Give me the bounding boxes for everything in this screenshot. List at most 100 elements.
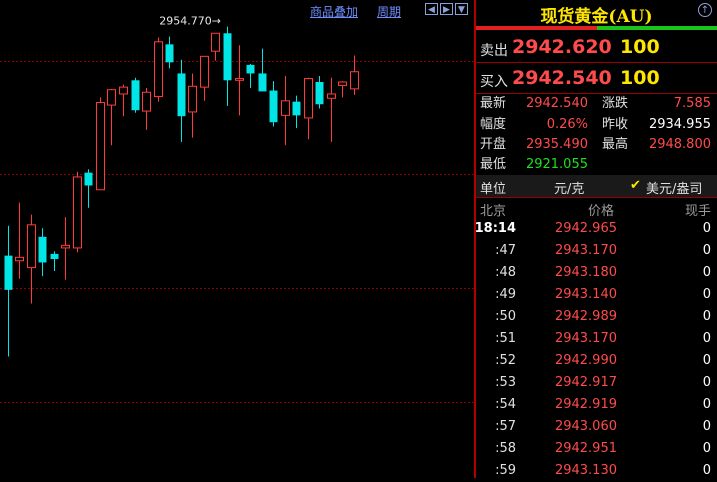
candle-body-down bbox=[165, 44, 174, 63]
candle-body-down bbox=[258, 73, 267, 92]
pct-label: 幅度 bbox=[480, 117, 507, 132]
tick-time: :51 bbox=[495, 331, 516, 346]
candle-body-down bbox=[131, 80, 140, 111]
tick-volume: 0 bbox=[702, 375, 711, 390]
tick-volume: 0 bbox=[702, 221, 711, 236]
scroll-right-button[interactable]: ▶ bbox=[440, 3, 453, 15]
candle-body-down bbox=[223, 33, 232, 81]
latest-label: 最新 bbox=[480, 96, 507, 111]
candlestick-chart[interactable]: 2954.770→ 商品叠加 周期 ◀ ▶ ▼ bbox=[0, 0, 474, 478]
tick-time-header: 北京 bbox=[480, 204, 507, 219]
tick-time: :47 bbox=[495, 243, 516, 258]
sell-volume: 100 bbox=[620, 36, 660, 58]
tick-price: 2942.917 bbox=[554, 375, 617, 390]
candle-body-down bbox=[269, 90, 278, 123]
prev-close-label: 昨收 bbox=[602, 117, 629, 132]
tick-volume: 0 bbox=[702, 419, 711, 434]
chart-canvas[interactable]: 2954.770→ bbox=[0, 0, 474, 478]
overlay-products-link[interactable]: 商品叠加 bbox=[310, 3, 358, 20]
sell-ratio-fill bbox=[476, 26, 597, 30]
scroll-down-button[interactable]: ▼ bbox=[455, 3, 468, 15]
candle-body-down bbox=[246, 64, 255, 74]
unit-selector: 单位 元/克 ✔ 美元/盎司 bbox=[476, 175, 717, 197]
tick-volume: 0 bbox=[702, 309, 711, 324]
tick-time: 18:14 bbox=[474, 221, 516, 236]
tick-price: 2943.130 bbox=[554, 463, 617, 478]
buy-label: 买入 bbox=[480, 74, 508, 90]
tick-price: 2943.060 bbox=[554, 419, 617, 434]
tick-list[interactable]: 18:14 2942.965 0:47 2943.170 0:48 2943.180 0:4… bbox=[474, 218, 717, 482]
unit-usd-option[interactable]: 美元/盎司 bbox=[646, 178, 702, 197]
latest-value: 2942.540 bbox=[525, 96, 588, 111]
unit-cny-option[interactable]: 元/克 bbox=[554, 178, 584, 197]
checkmark-icon: ✔ bbox=[630, 178, 641, 193]
tick-row: 18:14 2942.965 0 bbox=[474, 218, 717, 240]
unit-label: 单位 bbox=[480, 182, 507, 197]
candle-body-up bbox=[27, 224, 36, 269]
candle-body-up bbox=[338, 81, 347, 86]
tick-price: 2942.919 bbox=[554, 397, 617, 412]
tick-time: :49 bbox=[495, 287, 516, 302]
candle-body-up bbox=[200, 55, 209, 88]
candle-body-down bbox=[84, 172, 93, 186]
candle-body-up bbox=[211, 32, 220, 52]
candle-body-up bbox=[188, 85, 197, 113]
candle-body-up bbox=[96, 102, 105, 191]
tick-volume: 0 bbox=[702, 243, 711, 258]
high-label: 最高 bbox=[602, 137, 629, 152]
buy-quote-row: 买入 2942.540 100 bbox=[476, 63, 717, 93]
tick-price: 2942.965 bbox=[554, 221, 617, 236]
tick-volume: 0 bbox=[702, 265, 711, 280]
tick-volume: 0 bbox=[702, 287, 711, 302]
buy-price: 2942.540 bbox=[512, 67, 612, 89]
quote-panel: 现货黄金(AU) ↑ 卖出 2942.620 100 买入 2942.540 1… bbox=[475, 0, 717, 478]
low-label: 最低 bbox=[480, 157, 507, 172]
candle-body-down bbox=[4, 255, 13, 290]
change-label: 涨跌 bbox=[602, 96, 629, 111]
tick-time: :58 bbox=[495, 441, 516, 456]
candle-body-down bbox=[50, 253, 59, 260]
scroll-left-button[interactable]: ◀ bbox=[425, 3, 438, 15]
tick-price: 2943.180 bbox=[554, 265, 617, 280]
candle-body-up bbox=[61, 244, 70, 249]
period-link[interactable]: 周期 bbox=[377, 3, 401, 20]
candle-body-up bbox=[142, 91, 151, 112]
tick-row: :53 2942.917 0 bbox=[476, 372, 717, 394]
pct-value: 0.26% bbox=[546, 117, 588, 132]
tick-row: :57 2943.060 0 bbox=[476, 416, 717, 438]
candle-body-up bbox=[235, 78, 244, 81]
tick-time: :53 bbox=[495, 375, 516, 390]
candle-body-up bbox=[119, 86, 128, 95]
buy-sell-ratio-bar bbox=[476, 26, 717, 30]
tick-row: :59 2943.130 0 bbox=[476, 460, 717, 482]
tick-row: :52 2942.990 0 bbox=[476, 350, 717, 372]
tick-price: 2942.951 bbox=[554, 441, 617, 456]
up-arrow-icon[interactable]: ↑ bbox=[698, 3, 712, 17]
open-value: 2935.490 bbox=[525, 137, 588, 152]
candle-body-up bbox=[304, 78, 313, 119]
candle-body-down bbox=[292, 101, 301, 116]
tick-time: :57 bbox=[495, 419, 516, 434]
tick-time: :48 bbox=[495, 265, 516, 280]
quote-window: 2954.770→ 商品叠加 周期 ◀ ▶ ▼ 现货黄金(AU) ↑ 卖出 29… bbox=[0, 0, 717, 478]
tick-time: :52 bbox=[495, 353, 516, 368]
buy-volume: 100 bbox=[620, 67, 660, 89]
tick-volume: 0 bbox=[702, 441, 711, 456]
tick-row: :54 2942.919 0 bbox=[476, 394, 717, 416]
change-value: 7.585 bbox=[673, 96, 711, 111]
candle-body-up bbox=[281, 100, 290, 116]
instrument-title: 现货黄金(AU) bbox=[540, 7, 653, 27]
tick-volume: 0 bbox=[702, 353, 711, 368]
candle-body-up bbox=[350, 71, 359, 90]
candle-body-up bbox=[73, 176, 82, 249]
tick-price: 2943.170 bbox=[554, 331, 617, 346]
title-bar: 现货黄金(AU) ↑ bbox=[476, 0, 717, 27]
tick-time: :59 bbox=[495, 463, 516, 478]
high-value: 2948.800 bbox=[648, 137, 711, 152]
candle-body-up bbox=[107, 89, 116, 106]
candle-body-up bbox=[15, 256, 24, 262]
candle-body-up bbox=[327, 93, 336, 99]
high-price-marker: 2954.770→ bbox=[159, 15, 221, 28]
tick-row: :47 2943.170 0 bbox=[476, 240, 717, 262]
tick-price: 2943.170 bbox=[554, 243, 617, 258]
